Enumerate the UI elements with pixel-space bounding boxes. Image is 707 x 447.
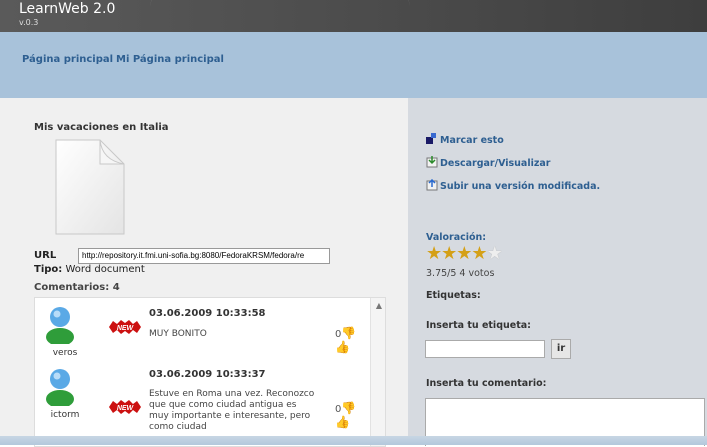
type-row: Tipo: Word document — [34, 264, 145, 275]
comment-text: Estuve en Roma una vez. Reconozco que qu… — [149, 389, 315, 432]
star-icon[interactable]: ★ — [456, 243, 472, 264]
bookmark-label: Marcar esto — [440, 135, 504, 146]
app-version: v.0.3 — [19, 18, 39, 27]
type-value: Word document — [65, 264, 145, 275]
star-icon[interactable]: ★ — [441, 243, 457, 264]
rating-label: Valoración: — [426, 232, 487, 243]
resource-title: Mis vacaciones en Italia — [34, 122, 169, 133]
tag-submit-button[interactable]: ir — [551, 339, 571, 359]
comments-scrollbar[interactable]: ▲ — [370, 298, 385, 446]
rating-stars[interactable]: ★★★★★ — [426, 243, 503, 264]
scroll-up-icon[interactable]: ▲ — [376, 301, 382, 310]
bottom-bar — [0, 436, 707, 445]
user-avatar-icon[interactable] — [45, 304, 75, 344]
comment-text: MUY BONITO — [149, 329, 207, 339]
star-empty-icon[interactable]: ★ — [487, 243, 503, 264]
comment-date: 03.06.2009 10:33:58 — [149, 308, 266, 319]
comment-prompt: Inserta tu comentario: — [426, 378, 547, 389]
thumbs-down-icon[interactable]: 👎 — [341, 326, 356, 340]
nav-link-home[interactable]: Página principal — [22, 54, 113, 65]
thumbs-down-icon[interactable]: 👎 — [341, 401, 356, 415]
upload-icon — [426, 179, 438, 191]
tag-input[interactable] — [425, 340, 545, 358]
app-header: LearnWeb 2.0 v.0.3 — [0, 0, 707, 32]
new-badge-icon: NEW — [109, 400, 141, 414]
star-icon[interactable]: ★ — [426, 243, 442, 264]
download-label: Descargar/Visualizar — [440, 158, 551, 169]
comment-vote: 0👎👍 — [335, 401, 371, 429]
app-title: LearnWeb 2.0 — [19, 1, 116, 17]
comment-user[interactable]: ictorm — [45, 410, 85, 420]
comment-user[interactable]: veros — [45, 348, 85, 358]
comment-item: veros NEW 03.06.2009 10:33:58 MUY BONITO… — [35, 298, 371, 358]
tags-label: Etiquetas: — [426, 290, 481, 301]
document-icon[interactable] — [50, 138, 130, 238]
download-icon — [426, 156, 438, 168]
nav-bar: Página principal Mi Página principal — [0, 32, 707, 98]
new-badge-text: NEW — [117, 405, 135, 412]
star-icon[interactable]: ★ — [471, 243, 487, 264]
tag-prompt: Inserta tu etiqueta: — [426, 320, 531, 331]
comments-list: veros NEW 03.06.2009 10:33:58 MUY BONITO… — [34, 297, 386, 447]
comment-vote: 0👎👍 — [335, 326, 371, 354]
comment-date: 03.06.2009 10:33:37 — [149, 369, 266, 380]
bookmark-link[interactable]: Marcar esto — [426, 133, 504, 146]
new-badge-icon: NEW — [109, 320, 141, 334]
thumbs-up-icon[interactable]: 👍 — [335, 415, 350, 429]
user-avatar-icon[interactable] — [45, 366, 75, 406]
new-badge-text: NEW — [117, 325, 135, 332]
comments-header: Comentarios: 4 — [34, 282, 120, 293]
thumbs-up-icon[interactable]: 👍 — [335, 340, 350, 354]
nav-link-my-home[interactable]: Mi Página principal — [116, 54, 224, 65]
download-link[interactable]: Descargar/Visualizar — [426, 156, 550, 169]
url-field[interactable]: http://repository.it.fmi.uni-sofia.bg:80… — [78, 248, 330, 264]
bookmark-icon — [426, 133, 436, 144]
type-label: Tipo: — [34, 264, 63, 275]
rating-summary: 3.75/5 4 votos — [426, 268, 495, 279]
url-label: URL — [34, 250, 57, 261]
upload-label: Subir una versión modificada. — [440, 181, 601, 192]
comment-item: ictorm NEW 03.06.2009 10:33:37 Estuve en… — [35, 360, 371, 432]
upload-link[interactable]: Subir una versión modificada. — [426, 179, 600, 192]
